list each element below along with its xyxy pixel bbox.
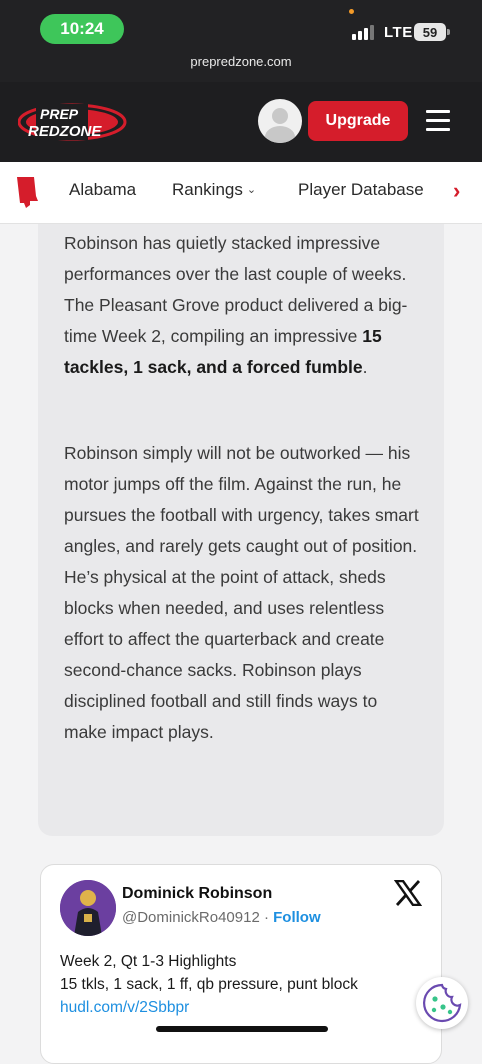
- battery-tip: [447, 29, 450, 35]
- tweet-link[interactable]: hudl.com/v/2Sbbpr: [60, 996, 420, 1019]
- tweet-line-1: Week 2, Qt 1-3 Highlights: [60, 953, 237, 970]
- tweet-author-avatar[interactable]: [60, 880, 116, 936]
- cellular-signal-icon: [352, 25, 374, 40]
- article-paragraph-1: Robinson has quietly stacked impressive …: [64, 228, 424, 383]
- user-avatar[interactable]: [258, 99, 302, 143]
- alabama-state-icon[interactable]: [14, 176, 40, 210]
- prep-redzone-logo[interactable]: PREP REDZONE: [18, 102, 130, 142]
- nav-item-alabama[interactable]: Alabama: [69, 180, 136, 200]
- upgrade-button[interactable]: Upgrade: [308, 101, 408, 141]
- chevron-down-icon: ⌄: [246, 184, 257, 196]
- logo-line2: REDZONE: [28, 123, 102, 140]
- nav-item-rankings-label: Rankings: [172, 180, 243, 199]
- home-indicator[interactable]: [156, 1026, 328, 1032]
- cookie-settings-button[interactable]: [416, 977, 468, 1029]
- paragraph-1-text: Robinson has quietly stacked impressive …: [64, 233, 408, 346]
- network-type-label: LTE: [384, 24, 413, 41]
- default-avatar-icon: [265, 108, 295, 143]
- hamburger-menu-icon[interactable]: [426, 110, 450, 132]
- follow-button[interactable]: Follow: [273, 909, 321, 926]
- battery-icon: 59: [414, 23, 446, 41]
- battery-level: 59: [422, 24, 438, 40]
- paragraph-1-end: .: [362, 357, 368, 377]
- tweet-line-2: 15 tkls, 1 sack, 1 ff, qb pressure, punt…: [60, 976, 358, 993]
- privacy-indicator-dot: [349, 9, 354, 14]
- tweet-separator: ·: [263, 909, 269, 926]
- player-photo-icon: [60, 880, 116, 936]
- nav-item-rankings[interactable]: Rankings ⌄: [172, 180, 256, 200]
- tweet-author-handle[interactable]: @DominickRo40912: [122, 909, 260, 926]
- tweet-author-name[interactable]: Dominick Robinson: [122, 885, 272, 903]
- tweet-body: Week 2, Qt 1-3 Highlights 15 tkls, 1 sac…: [60, 950, 420, 1019]
- status-bar: 10:24 LTE 59 prepredzone.com: [0, 0, 482, 82]
- logo-line1: PREP: [40, 106, 79, 122]
- tweet-handle-row: @DominickRo40912 · Follow: [122, 909, 321, 926]
- x-logo-icon[interactable]: [394, 880, 422, 906]
- browser-url[interactable]: prepredzone.com: [0, 54, 482, 69]
- article-paragraph-2: Robinson simply will not be outworked — …: [64, 443, 419, 742]
- chevron-right-icon[interactable]: ›: [453, 178, 460, 204]
- nav-item-player-database[interactable]: Player Database: [298, 180, 424, 200]
- cookie-icon: [423, 983, 462, 1023]
- status-time: 10:24: [40, 14, 124, 44]
